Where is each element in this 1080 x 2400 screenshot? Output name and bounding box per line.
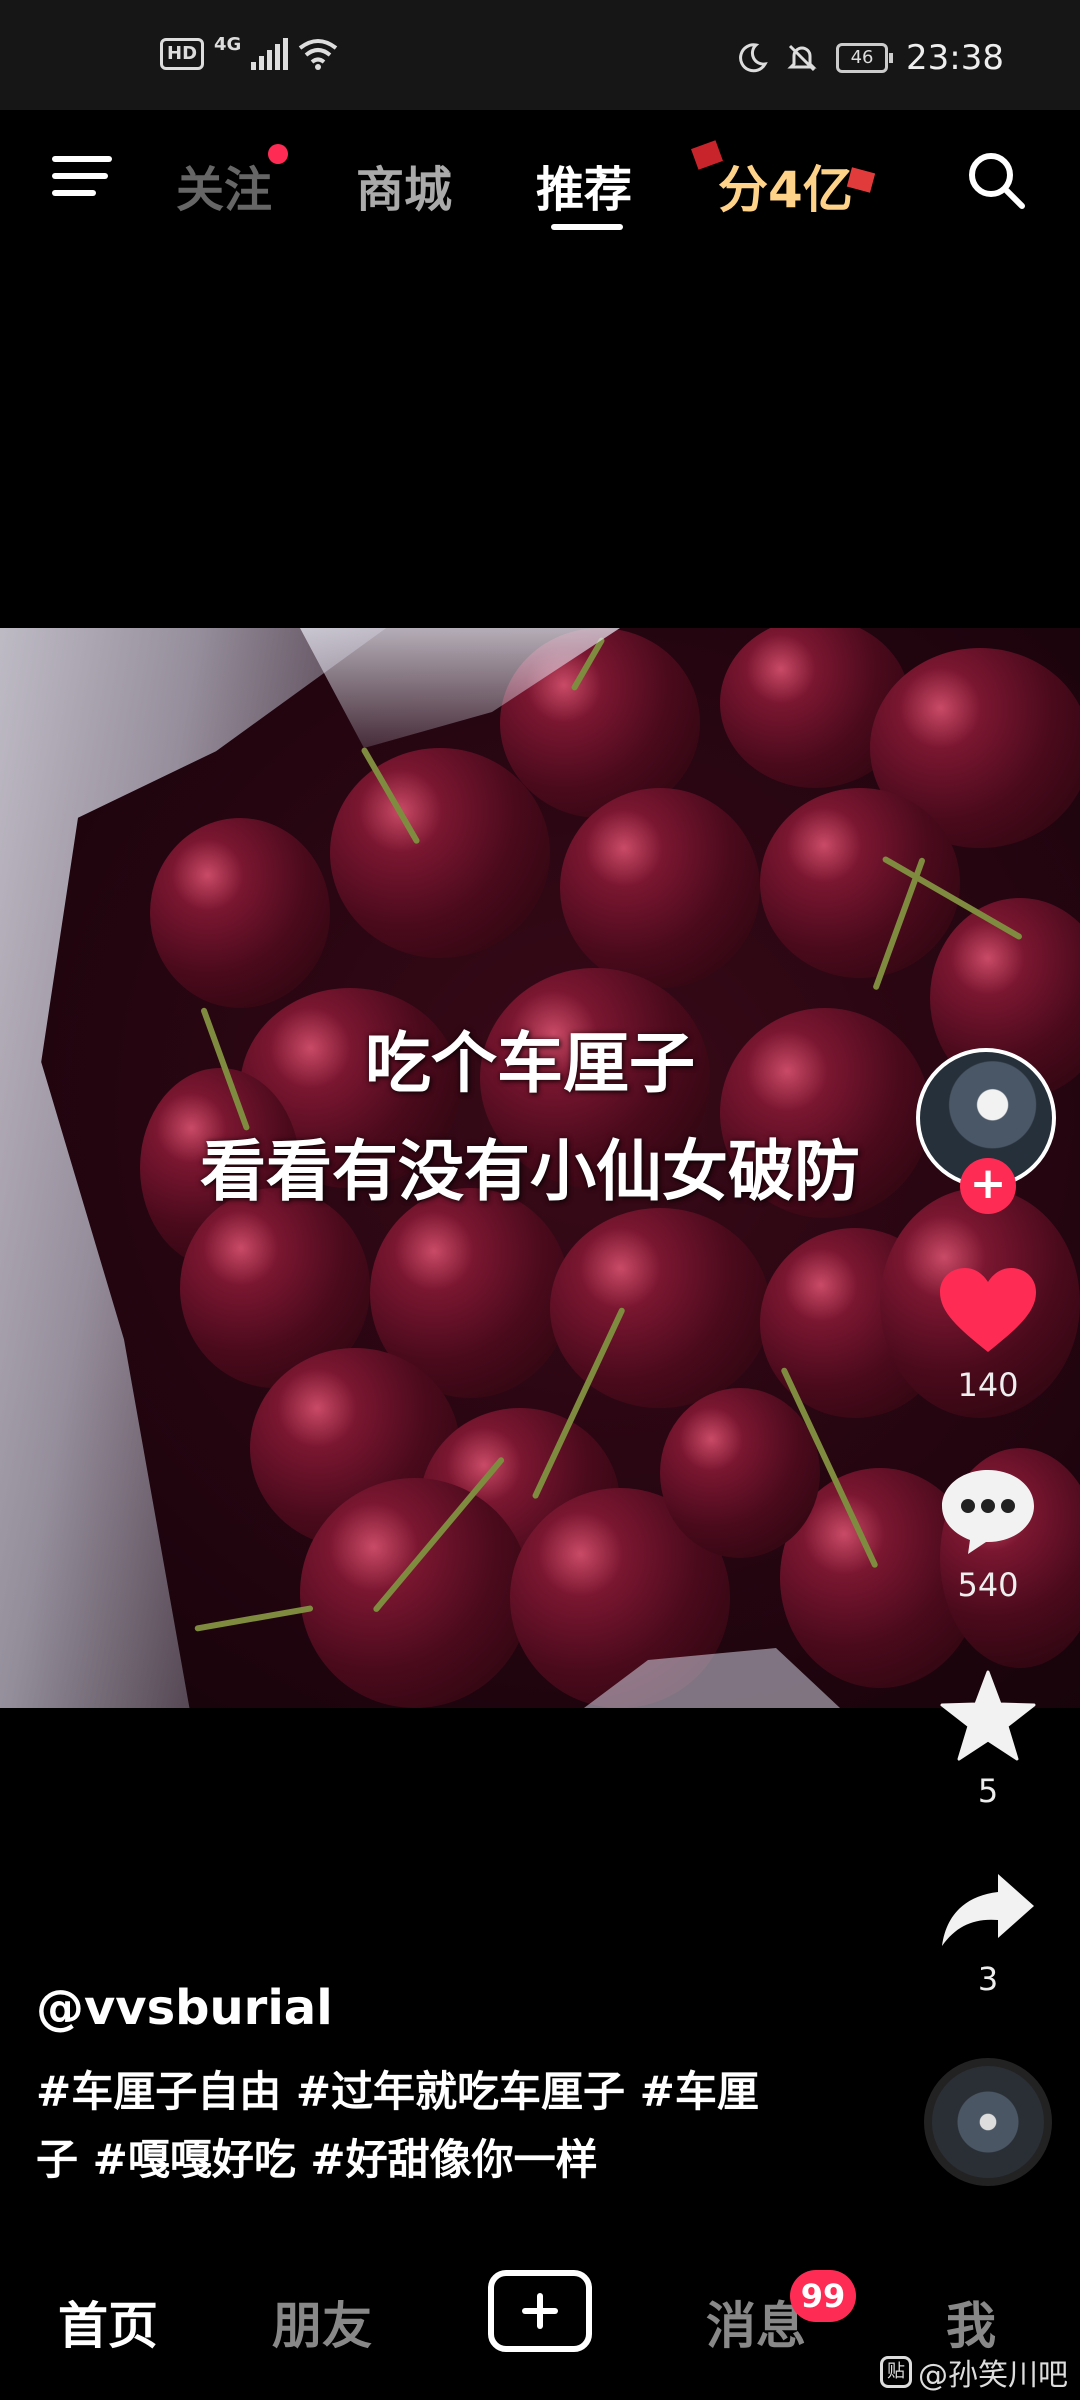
tab-promo-label: 分4亿 [718,161,853,219]
video-overlay-text-line2: 看看有没有小仙女破防 [200,1133,860,1210]
status-left: HD 4G [160,34,338,70]
hd-icon: HD [160,38,205,70]
nav-me[interactable]: 我 [946,2286,996,2358]
status-time: 23:38 [906,38,1004,78]
share-count: 3 [977,1960,999,1998]
top-nav: 关注 商城 推荐 分4亿 [0,110,1080,230]
favorite-button[interactable]: 5 [918,1670,1058,1810]
cherry-image [560,788,760,988]
tab-following[interactable]: 关注 [176,144,289,220]
tieba-logo-icon: 贴 [880,2356,912,2388]
video-overlay-text-line1: 吃个车厘子 [365,1025,695,1102]
music-disc[interactable] [924,2058,1052,2186]
message-badge: 99 [790,2270,856,2322]
search-icon[interactable] [966,150,1026,210]
cherry-stem [194,1605,314,1632]
moon-icon [739,43,768,73]
tab-following-label: 关注 [176,162,273,218]
network-type: 4G [214,33,242,55]
active-tab-indicator [551,224,623,230]
author-username[interactable]: @vvsburial [36,1980,333,2036]
comment-icon [942,1470,1034,1554]
nav-home[interactable]: 首页 [58,2286,158,2358]
status-right: 46 23:38 [736,38,1004,78]
star-icon [940,1670,1036,1761]
like-count: 140 [957,1366,1019,1404]
notification-dot [268,144,289,164]
mute-bell-icon [787,44,817,72]
signal-icon [251,38,289,70]
battery-icon: 46 [836,43,894,73]
tab-recommended[interactable]: 推荐 [536,150,633,230]
tab-promo[interactable]: 分4亿 [691,140,875,222]
menu-icon[interactable] [52,152,112,200]
create-plus-icon[interactable] [488,2270,592,2352]
tab-mall[interactable]: 商城 [356,150,452,220]
cherry-image [550,1208,770,1408]
wifi-icon [299,39,338,70]
like-button[interactable]: 140 [918,1266,1058,1404]
comment-count: 540 [957,1566,1019,1604]
video-hashtags[interactable]: #车厘子自由 #过年就吃车厘子 #车厘子 #嘎嘎好吃 #好甜像你一样 [36,2058,796,2194]
tab-recommended-label: 推荐 [536,162,633,218]
follow-button[interactable]: + [960,1158,1016,1214]
favorite-count: 5 [977,1772,999,1810]
tab-mall-label: 商城 [356,162,453,218]
cherry-image [150,818,330,1008]
status-bar: HD 4G 46 23:38 [0,0,1080,110]
comment-button[interactable]: 540 [918,1466,1058,1604]
cherry-image [660,1388,820,1558]
share-icon [942,1874,1034,1946]
nav-friends[interactable]: 朋友 [272,2286,372,2358]
share-button[interactable]: 3 [918,1870,1058,1998]
watermark: 贴 @孙笑川吧 [880,2350,1068,2394]
cherry-image [300,1478,530,1708]
cherry-image [330,748,550,958]
heart-icon [940,1268,1036,1352]
watermark-text: @孙笑川吧 [918,2358,1068,2393]
